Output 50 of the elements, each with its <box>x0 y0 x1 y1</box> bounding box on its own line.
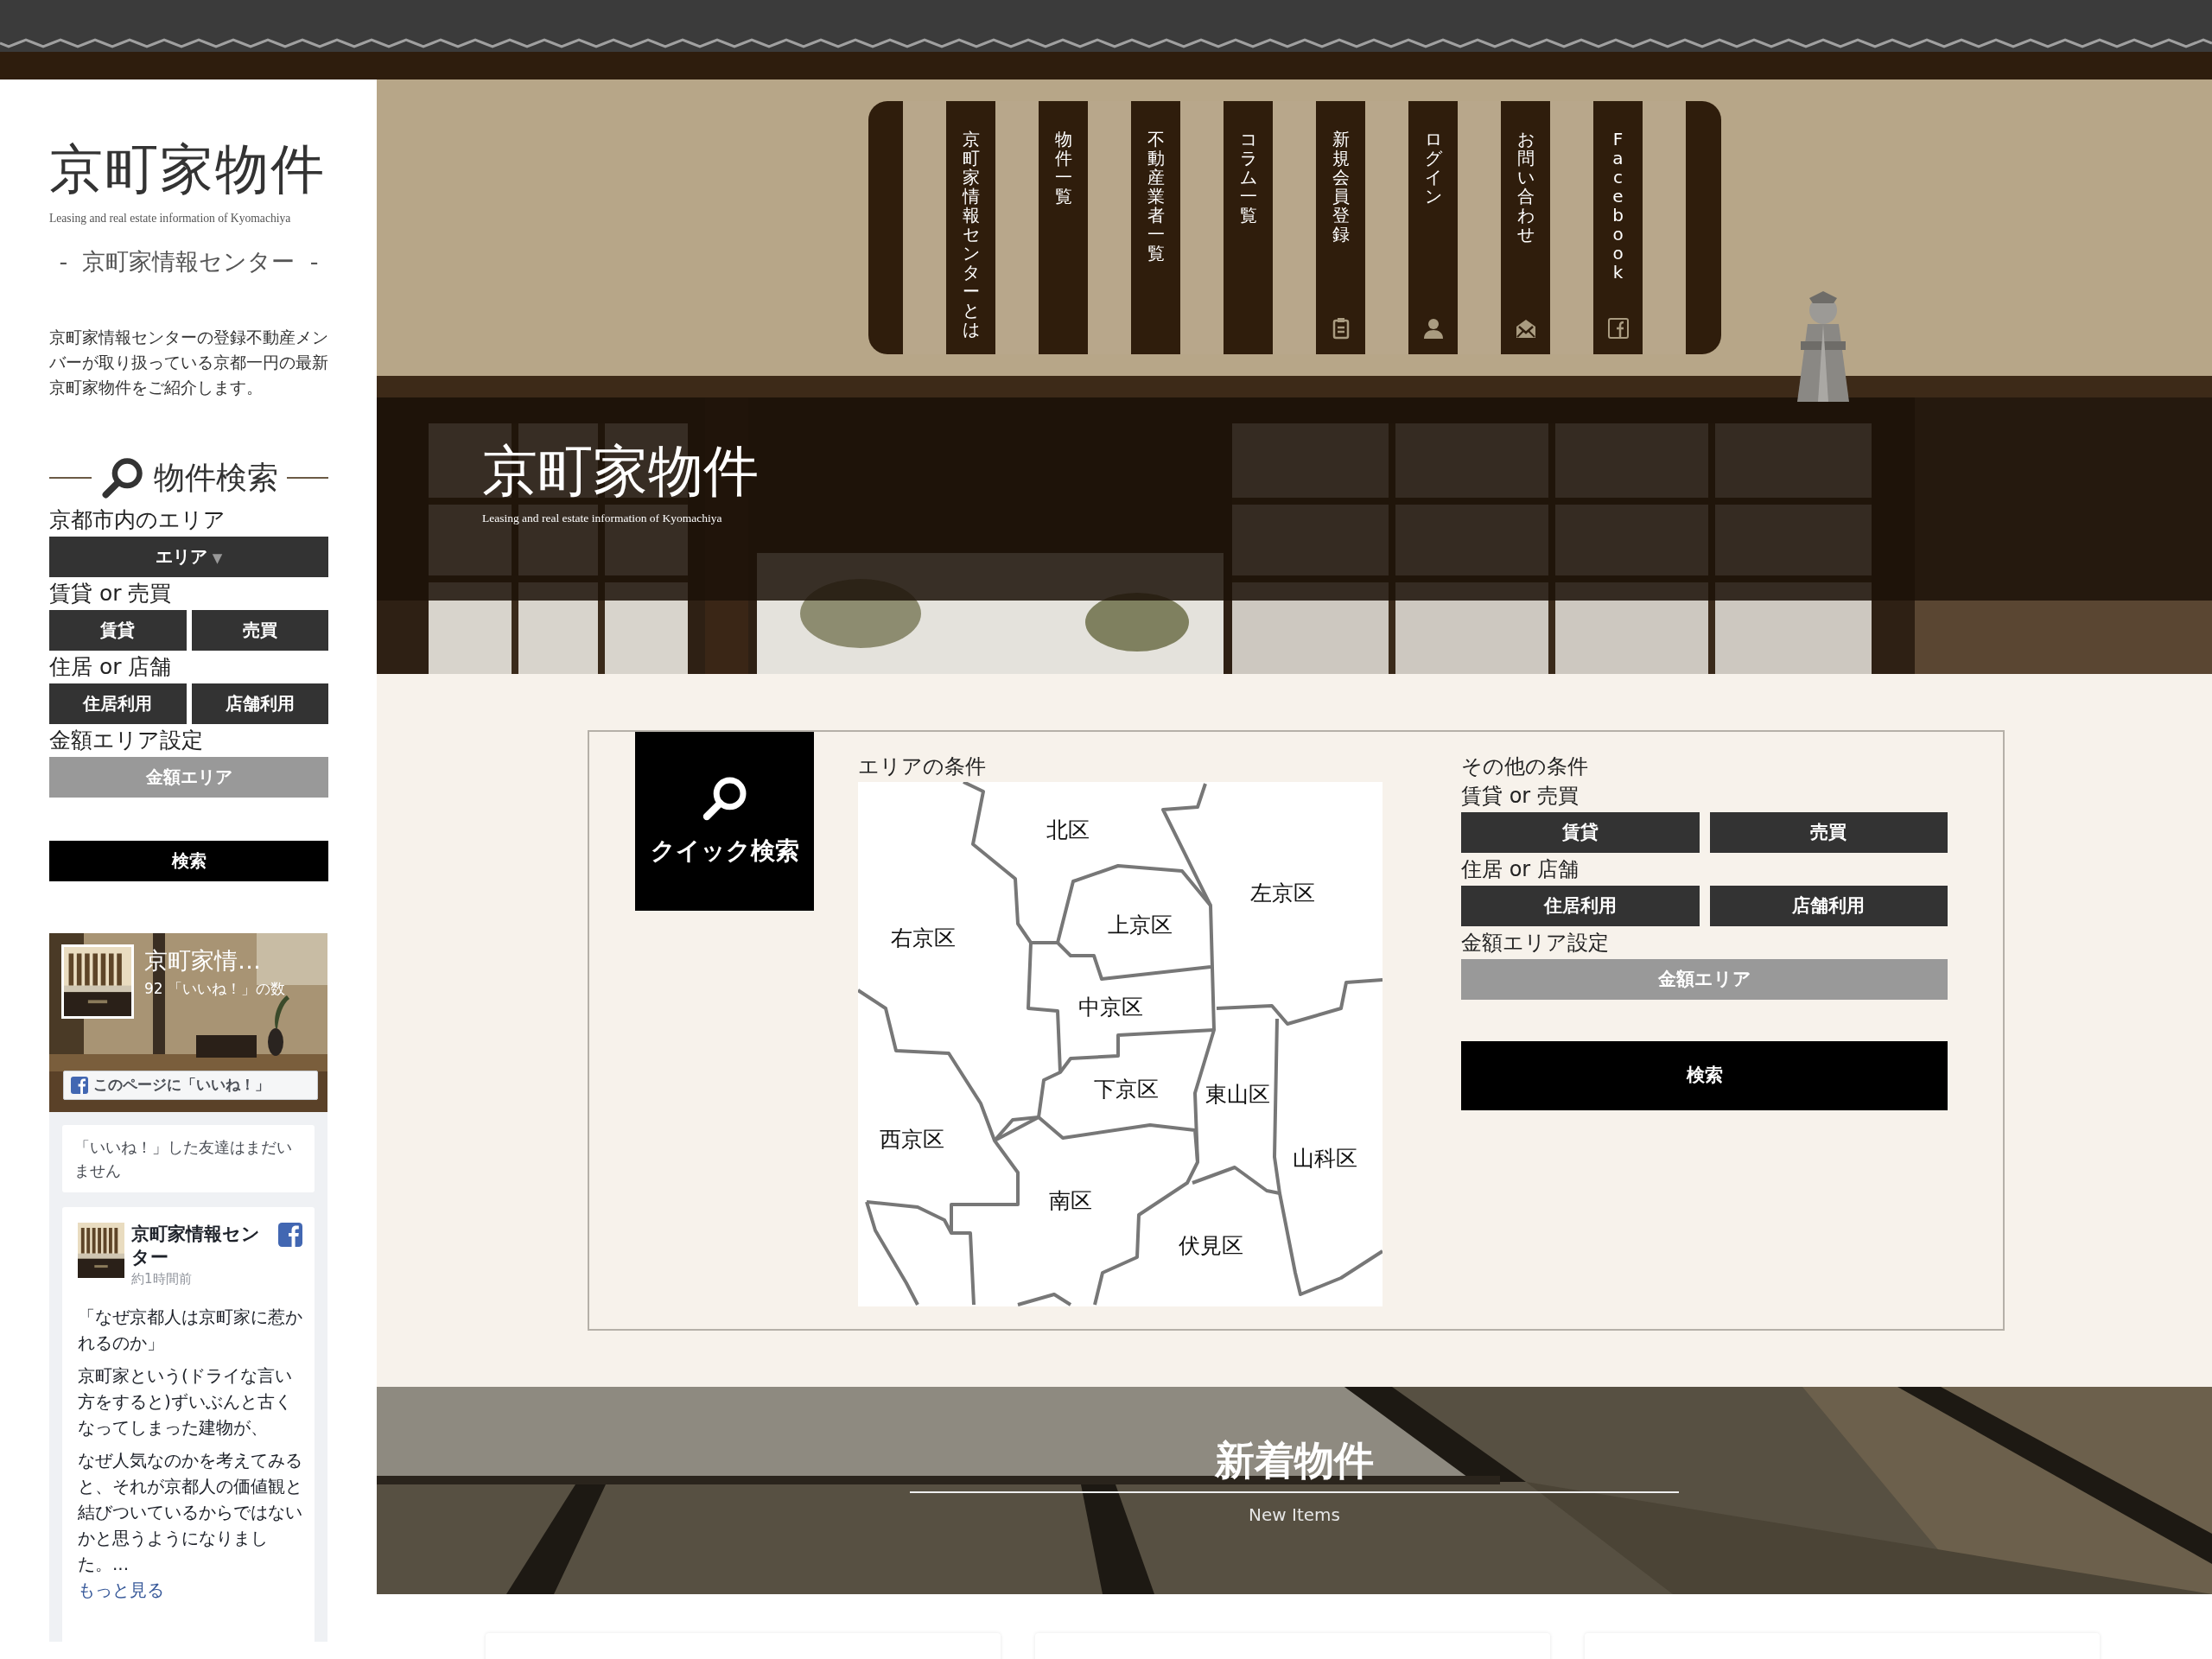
site-description: 京町家情報センターの登録不動産メンバーが取り扱っている京都一円の最新京町家物件をご紹介します。 <box>49 326 328 398</box>
site-tagline: - 京町家情報センター - <box>58 247 320 277</box>
section-label: その他の条件 <box>1461 753 1589 779</box>
district-label[interactable]: 上京区 <box>1107 912 1173 938</box>
search-button[interactable]: 検索 <box>1461 1041 1948 1110</box>
section-subtitle: New Items <box>1249 1503 1340 1527</box>
filter-button[interactable]: 住居利用 <box>49 683 187 724</box>
section-label: エリアの条件 <box>858 753 987 779</box>
area-dropdown[interactable]: エリア ▼ <box>49 536 328 577</box>
district-label[interactable]: 南区 <box>1049 1187 1092 1213</box>
caret-icon: ▼ <box>212 550 223 567</box>
district-label[interactable]: 東山区 <box>1205 1081 1270 1107</box>
friends-note: 「いいね！」した友達はまだいません <box>62 1124 315 1192</box>
district-label[interactable]: 伏見区 <box>1178 1232 1243 1258</box>
search-heading: 物件検索 <box>153 458 278 497</box>
filter-button[interactable]: 賃貸 <box>49 609 187 651</box>
district-label[interactable]: 左京区 <box>1249 880 1315 906</box>
district-label[interactable]: 右京区 <box>890 925 956 950</box>
field-label: 京都市内のエリア <box>49 505 226 534</box>
post-author[interactable]: 京町家情報センター <box>131 1222 271 1269</box>
filter-button[interactable]: 売買 <box>191 609 328 651</box>
filter-button[interactable]: 店舗利用 <box>1709 886 1948 926</box>
filter-button[interactable]: 店舗利用 <box>191 683 328 724</box>
field-label: 金額エリア設定 <box>49 726 204 754</box>
field-label: 賃貸 or 売買 <box>49 579 173 607</box>
section-title: 新着物件 <box>1215 1436 1374 1485</box>
field-label: 賃貸 or 売買 <box>1461 783 1580 810</box>
district-label[interactable]: 下京区 <box>1093 1076 1159 1102</box>
post-text: なぜ人気なのかを考えてみると、それが京都人の価値観と結びついているからではないかと思うようになりました。... <box>78 1449 302 1577</box>
district-label[interactable]: 北区 <box>1046 817 1090 842</box>
field-label: 金額エリア設定 <box>1461 930 1610 957</box>
see-more-link[interactable]: もっと見る <box>78 1580 164 1601</box>
facebook-icon <box>1605 316 1630 340</box>
hero-subtitle: Leasing and real estate information of Kyomachiya <box>482 511 722 527</box>
filter-button[interactable]: 住居利用 <box>1461 886 1700 926</box>
filter-button[interactable]: 売買 <box>1709 812 1948 853</box>
post-text: 京町家という(ドライな言い方をすると)ずいぶんと古くなってしまった建物が、 <box>78 1364 293 1440</box>
district-label[interactable]: 中京区 <box>1077 994 1143 1020</box>
hero-title: 京町家物件 <box>482 441 759 502</box>
site-logo[interactable]: 京町家物件 <box>49 143 328 196</box>
field-label: 住居 or 店舗 <box>1461 856 1580 883</box>
district-label[interactable]: 西京区 <box>879 1126 944 1152</box>
quick-search-title: クイック検索 <box>650 835 799 867</box>
logo-subtitle: Leasing and real estate information of Kyomachiya <box>49 211 292 226</box>
filter-button[interactable]: 賃貸 <box>1461 812 1700 853</box>
field-label: 住居 or 店舗 <box>49 652 173 681</box>
facebook-icon <box>278 1222 302 1247</box>
search-button[interactable]: 検索 <box>49 840 328 881</box>
post-title: 「なぜ京都人は京町家に惹かれるのか」 <box>78 1306 302 1356</box>
district-label[interactable]: 山科区 <box>1292 1145 1357 1171</box>
